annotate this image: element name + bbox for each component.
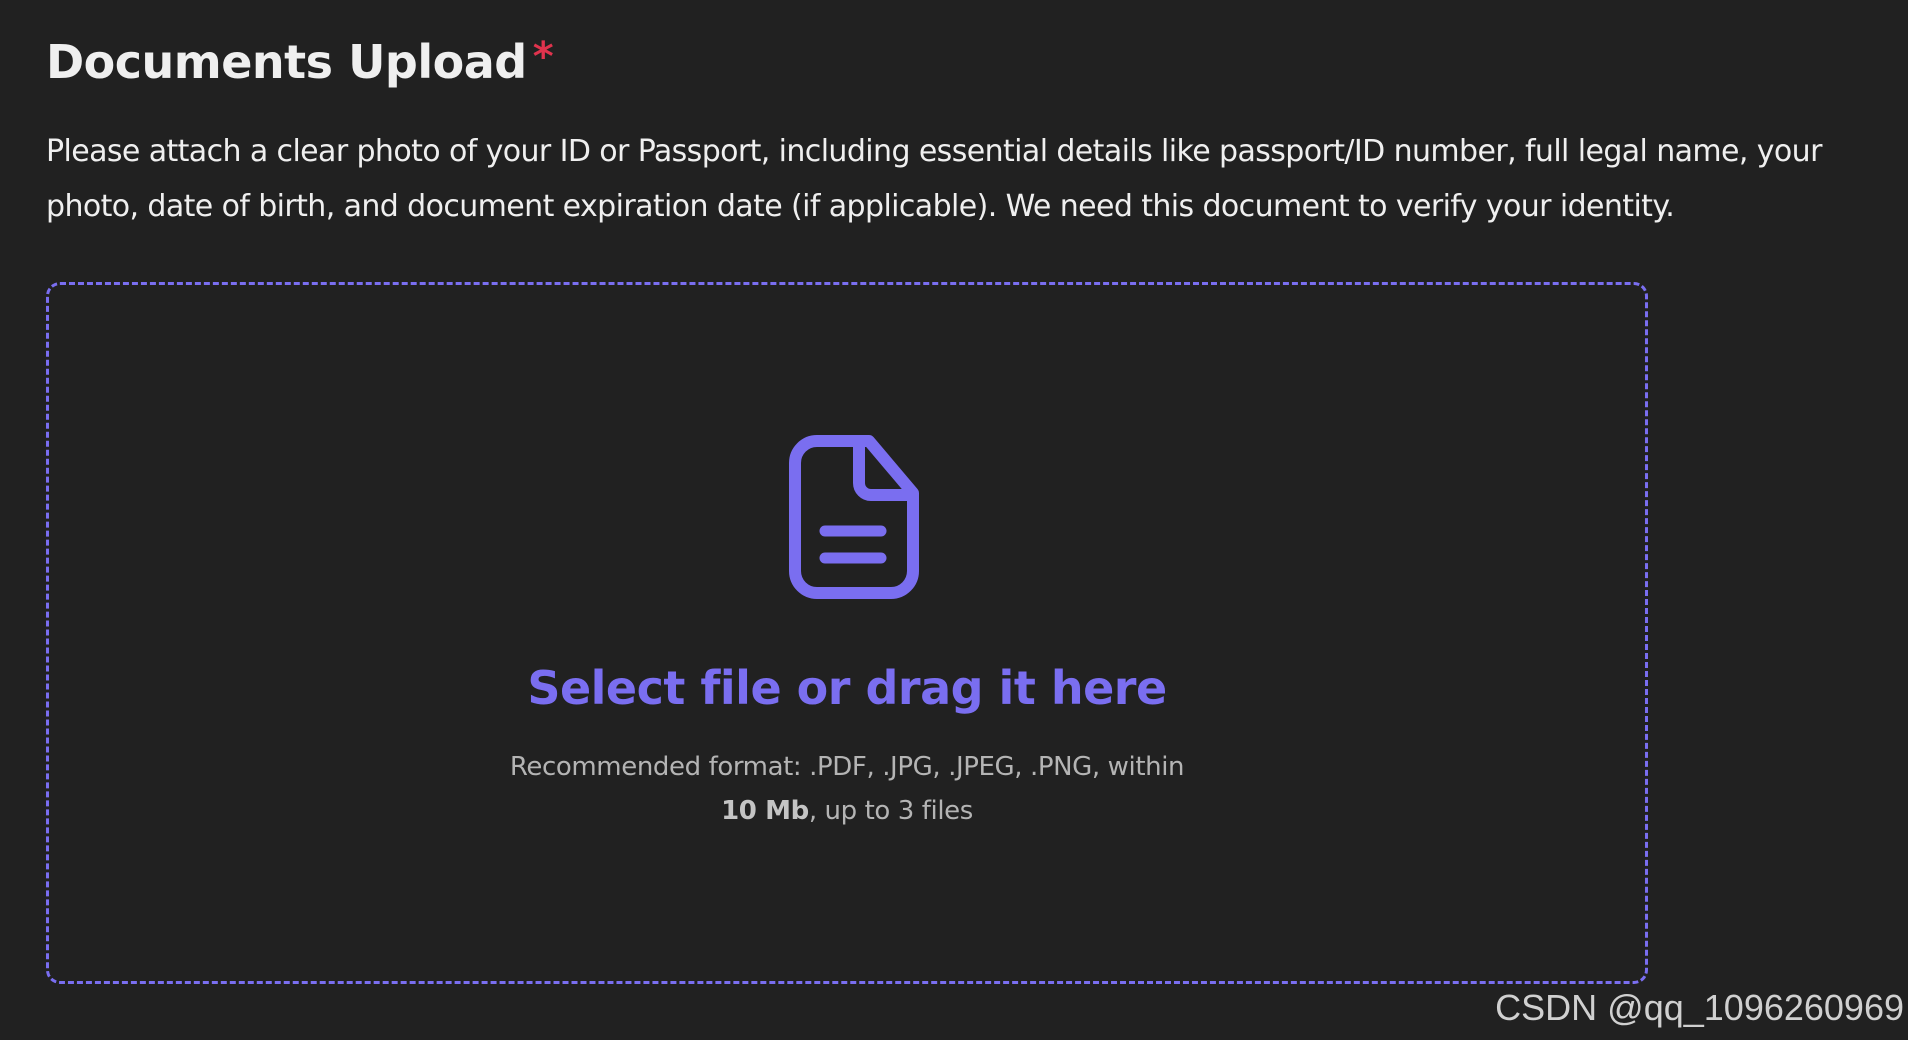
upload-description: Please attach a clear photo of your ID o…: [46, 134, 1822, 224]
upload-hint: Recommended format: .PDF, .JPG, .JPEG, .…: [49, 745, 1645, 833]
upload-hint-limits: 10 Mb, up to 3 files: [49, 789, 1645, 833]
select-file-label[interactable]: Select file or drag it here: [49, 658, 1645, 718]
watermark: CSDN @qq_1096260969: [1495, 987, 1904, 1028]
upload-file-count: , up to 3 files: [808, 796, 973, 826]
upload-hint-formats: Recommended format: .PDF, .JPG, .JPEG, .…: [509, 752, 1185, 782]
file-dropzone[interactable]: Select file or drag it here Recommended …: [46, 282, 1648, 984]
page-title: Documents Upload *: [46, 26, 554, 93]
required-asterisk: *: [532, 34, 554, 80]
file-document-icon: [787, 435, 919, 599]
upload-size-limit: 10 Mb: [721, 796, 809, 826]
page-title-text: Documents Upload: [46, 35, 527, 89]
